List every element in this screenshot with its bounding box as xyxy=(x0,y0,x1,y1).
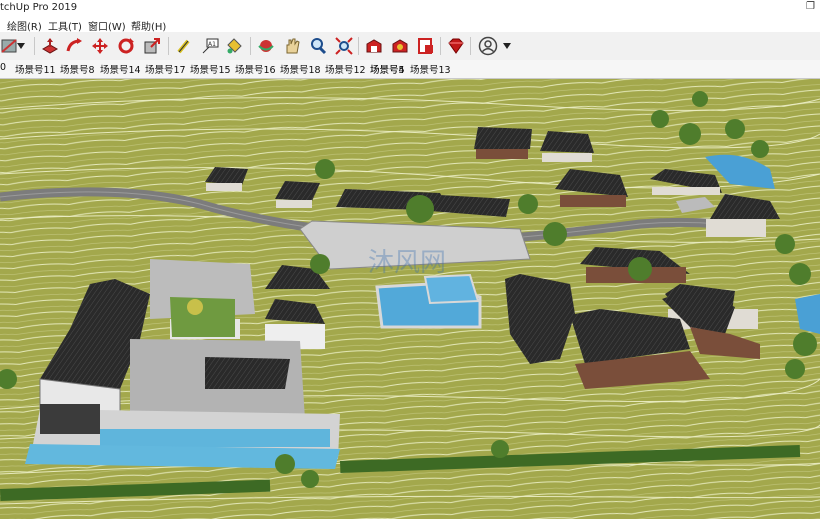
terrain-render: 沐风网 xyxy=(0,79,820,519)
orbit-icon[interactable] xyxy=(256,36,276,56)
menu-help[interactable]: 帮助(H) xyxy=(131,18,166,33)
scene-tab[interactable]: 场景号17 xyxy=(145,62,186,76)
toolbar-separator xyxy=(470,37,471,55)
watermark: 沐风网 xyxy=(368,248,446,278)
scene-tab[interactable]: 场景号16 xyxy=(235,62,276,76)
zoom-icon[interactable] xyxy=(308,36,328,56)
zoom-extents-icon[interactable] xyxy=(334,36,354,56)
scene-tab[interactable]: 场景号12 xyxy=(325,62,366,76)
rotate-icon[interactable] xyxy=(116,36,136,56)
menu-bar: 绘图(R) 工具(T) 窗口(W) 帮助(H) xyxy=(0,16,820,33)
menu-tools[interactable]: 工具(T) xyxy=(48,18,82,33)
layout-icon[interactable] xyxy=(416,36,436,56)
paint-bucket-icon[interactable] xyxy=(224,36,244,56)
title-bar: tchUp Pro 2019 ❐ xyxy=(0,0,820,16)
scene-tab[interactable]: 场景号18 xyxy=(280,62,321,76)
scene-tab[interactable]: 场景号14 xyxy=(100,62,141,76)
toolbar-separator xyxy=(250,37,251,55)
scene-tab[interactable]: 场景号11 xyxy=(15,62,56,76)
scene-tab[interactable]: 场景号15 xyxy=(190,62,231,76)
toolbar-separator xyxy=(358,37,359,55)
scene-tab[interactable]: 场景号13 xyxy=(410,62,451,76)
toolbar-separator xyxy=(34,37,35,55)
menu-window[interactable]: 窗口(W) xyxy=(88,18,126,33)
push-pull-icon[interactable] xyxy=(40,36,60,56)
tape-measure-icon[interactable] xyxy=(174,36,194,56)
main-toolbar: A1 xyxy=(0,32,820,61)
toolbar-separator xyxy=(440,37,441,55)
scene-tabs-bar: 0 场景号11 场景号8 场景号14 场景号17 场景号15 场景号16 场景号… xyxy=(0,60,820,79)
toolbar-separator xyxy=(168,37,169,55)
account-icon[interactable] xyxy=(478,36,498,56)
follow-me-icon[interactable] xyxy=(64,36,84,56)
menu-draw[interactable]: 绘图(R) xyxy=(7,18,42,33)
model-viewport[interactable]: 沐风网 xyxy=(0,79,820,519)
svg-text:A1: A1 xyxy=(208,41,216,48)
extension-warehouse-icon[interactable] xyxy=(390,36,410,56)
scene-tab[interactable]: 场景号4 xyxy=(370,62,405,76)
move-icon[interactable] xyxy=(90,36,110,56)
pan-icon[interactable] xyxy=(282,36,302,56)
scene-tab[interactable]: 0 xyxy=(0,62,6,76)
scale-icon[interactable] xyxy=(142,36,162,56)
window-title: tchUp Pro 2019 xyxy=(0,2,78,13)
account-dropdown-icon[interactable] xyxy=(500,36,514,56)
ruby-icon[interactable] xyxy=(446,36,466,56)
restore-window-button[interactable]: ❐ xyxy=(806,1,815,12)
warehouse-icon[interactable] xyxy=(364,36,384,56)
svg-text:沐风网: 沐风网 xyxy=(368,248,446,278)
dropdown-arrow-icon[interactable] xyxy=(14,36,28,56)
text-icon[interactable]: A1 xyxy=(200,36,220,56)
scene-tab[interactable]: 场景号8 xyxy=(60,62,95,76)
